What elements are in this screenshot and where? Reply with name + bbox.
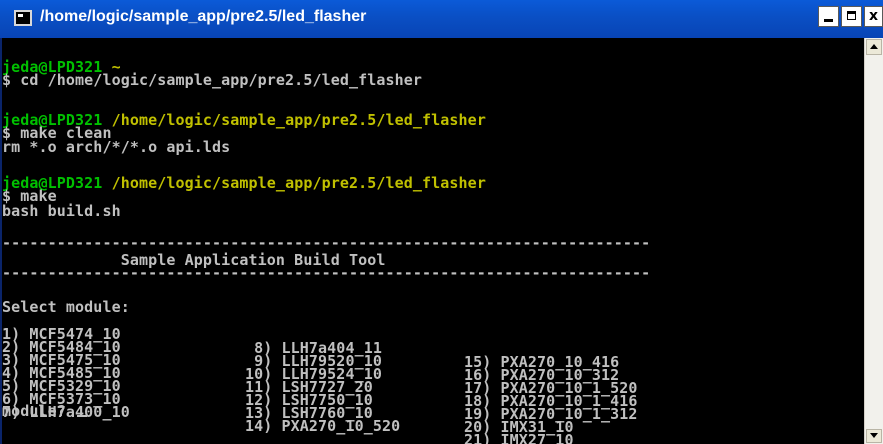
module-option: 21) IMX27_10 — [464, 431, 574, 444]
output-line: bash build.sh — [2, 202, 121, 220]
separator-line: ----------------------------------------… — [2, 234, 651, 252]
scroll-down-arrow-icon[interactable] — [866, 429, 882, 443]
title-bar[interactable]: /home/logic/sample_app/pre2.5/led_flashe… — [0, 0, 883, 38]
command-line: $ cd /home/logic/sample_app/pre2.5/led_f… — [2, 71, 423, 89]
maximize-button[interactable] — [841, 6, 862, 27]
prompt-line: jeda@LPD321 /home/logic/sample_app/pre2.… — [2, 174, 486, 192]
module-row: 7) LLH7a400_10 14) PXA270_10_520 21) IMX… — [2, 391, 862, 444]
module-row: 2) MCF5484_10 9) LLH79520_10 16) PXA270_… — [2, 326, 862, 383]
module-row: 1) MCF5474_10 8) LLH7a404_11 15) PXA270_… — [2, 313, 862, 370]
module-row: 3) MCF5475_10 10) LLH79524_10 17) PXA270… — [2, 339, 862, 396]
module-prompt: module? — [2, 402, 76, 420]
maximize-icon — [847, 11, 856, 20]
console-window: /home/logic/sample_app/pre2.5/led_flashe… — [0, 0, 883, 444]
module-row: 5) MCF5329_10 12) LSH7750_10 19) PXA270_… — [2, 365, 862, 422]
close-button[interactable]: x — [864, 6, 883, 27]
console-icon[interactable] — [14, 10, 32, 26]
input-line[interactable]: module? — [2, 402, 88, 420]
minimize-icon — [824, 19, 833, 22]
prompt-path: /home/logic/sample_app/pre2.5/led_flashe… — [102, 174, 486, 192]
module-row: 4) MCF5485_10 11) LSH7727_20 18) PXA270_… — [2, 352, 862, 409]
vertical-scrollbar[interactable] — [864, 38, 883, 444]
minimize-button[interactable] — [818, 6, 839, 27]
window-title: /home/logic/sample_app/pre2.5/led_flashe… — [40, 8, 367, 25]
scroll-up-arrow-icon[interactable] — [866, 39, 882, 55]
terminal-output[interactable]: jeda@LPD321 ~ $ cd /home/logic/sample_ap… — [2, 38, 864, 444]
text-cursor — [77, 415, 88, 417]
select-prompt: Select module: — [2, 298, 130, 316]
module-row: 6) MCF5373_10 13) LSH7760_10 20) IMX31_1… — [2, 378, 862, 435]
separator-line: ----------------------------------------… — [2, 264, 651, 282]
command-line: $ make — [2, 187, 57, 205]
output-line: rm *.o arch/*/*.o api.lds — [2, 138, 231, 156]
prompt-path: /home/logic/sample_app/pre2.5/led_flashe… — [102, 111, 486, 129]
module-option: 14) PXA270_10_520 — [245, 417, 401, 435]
